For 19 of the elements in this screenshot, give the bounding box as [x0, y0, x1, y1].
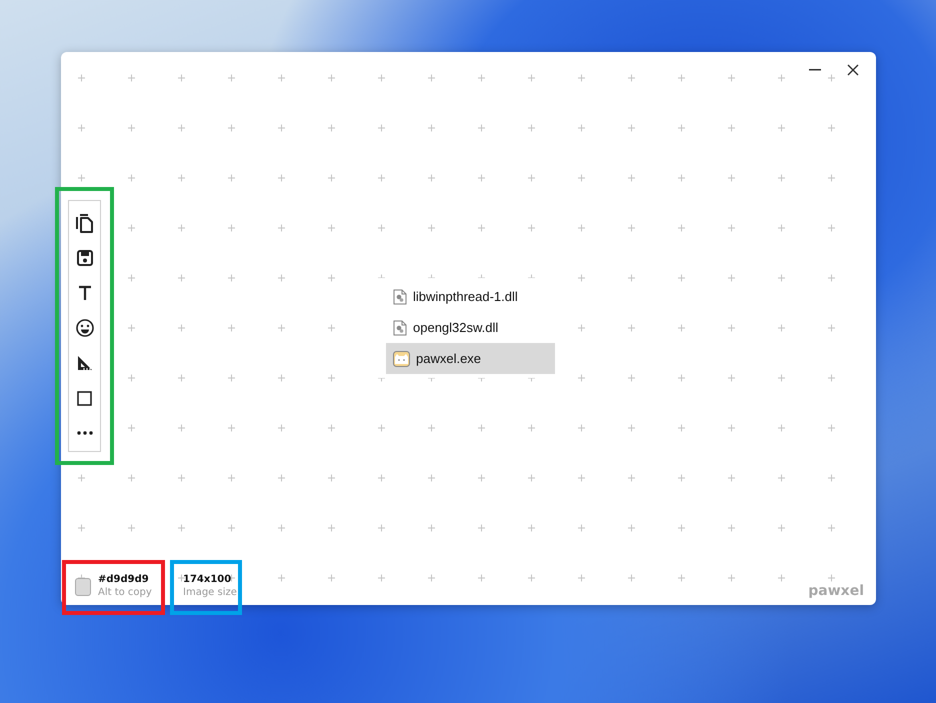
copy-icon: [76, 212, 94, 233]
file-item[interactable]: opengl32sw.dll: [386, 312, 555, 343]
more-icon: [76, 431, 92, 436]
file-item[interactable]: pawxel.exe: [386, 343, 555, 374]
rectangle-icon: [77, 390, 92, 406]
close-icon: [847, 64, 859, 76]
gear-file-icon: [393, 288, 407, 304]
file-item[interactable]: libwinpthread-1.dll: [386, 281, 555, 312]
color-swatch: [75, 578, 91, 596]
app-logo-text: pawxel: [808, 583, 864, 599]
copy-hint: Alt to copy: [98, 586, 152, 598]
color-hex-value: #d9d9d9: [98, 574, 150, 584]
image-size-value: 174x100: [183, 574, 232, 584]
gear-file-icon: [393, 320, 407, 336]
image-size-label: Image size: [183, 586, 237, 598]
text-icon: [78, 285, 92, 300]
cat-face-icon: [393, 350, 410, 366]
smiley-icon: [76, 318, 94, 337]
minimize-icon: [809, 69, 821, 71]
